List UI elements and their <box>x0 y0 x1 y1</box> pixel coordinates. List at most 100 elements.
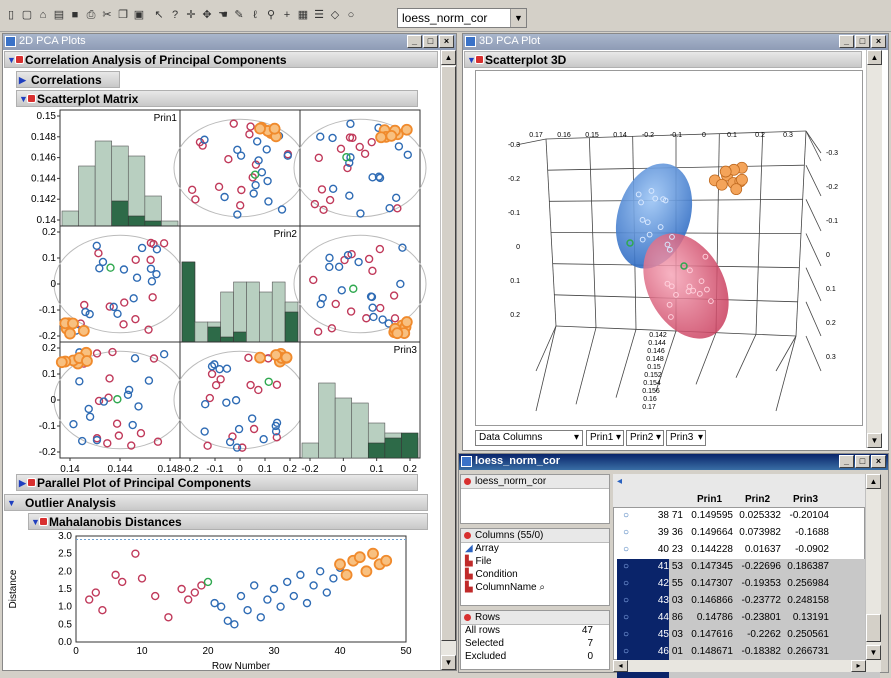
scroll-up-button[interactable]: ▲ <box>866 474 881 489</box>
row-id-cell[interactable]: 03 <box>669 629 683 640</box>
window-3d-pca-titlebar[interactable]: 3D PCA Plot _ □ × <box>463 34 888 50</box>
columns-header[interactable]: Columns (55/0) <box>461 529 609 543</box>
section-corr-analysis[interactable]: ▼ Correlation Analysis of Principal Comp… <box>4 51 438 68</box>
row-id-cell[interactable]: 36 <box>669 527 683 538</box>
close-button[interactable]: × <box>439 35 454 48</box>
window-2d-pca-titlebar[interactable]: 2D PCA Plots _ □ × <box>3 34 456 50</box>
prin1-cell[interactable]: 0.147307 <box>687 578 733 589</box>
cut-icon[interactable]: ✂ <box>100 8 114 22</box>
prin2-cell[interactable]: 0.01637 <box>735 544 781 555</box>
hand-tool-icon[interactable]: ☚ <box>216 8 230 22</box>
table-row[interactable]: 44 ○ 86 0.14786 -0.23801 0.13191 <box>617 610 880 627</box>
red-triangle-menu-icon[interactable] <box>27 94 36 103</box>
circle-tool-icon[interactable]: ○ <box>344 8 358 22</box>
prin3-cell[interactable]: 0.250561 <box>783 629 829 640</box>
minimize-button[interactable]: _ <box>839 35 854 48</box>
copy-icon[interactable]: ❐ <box>116 8 130 22</box>
y-axis-dropdown[interactable]: Prin2 ▾ <box>626 430 664 446</box>
prin1-cell[interactable]: 0.147345 <box>687 561 733 572</box>
paste-icon[interactable]: ▣ <box>132 8 146 22</box>
crosshair-tool-icon[interactable]: ✛ <box>184 8 198 22</box>
row-id-cell[interactable]: 23 <box>669 544 683 555</box>
table-row[interactable]: 45 ○ 03 0.147616 -0.2262 0.250561 <box>617 627 880 644</box>
prin2-cell[interactable]: 0.025332 <box>735 510 781 521</box>
right-vertical-scrollbar[interactable]: ▲ ▼ <box>866 50 882 448</box>
column-header-prin2[interactable]: Prin2 <box>745 494 770 505</box>
column-item[interactable]: ▙ Condition <box>461 569 609 582</box>
brush-tool-icon[interactable]: ✎ <box>232 8 246 22</box>
section-outlier-analysis[interactable]: ▼ Outlier Analysis <box>4 494 428 511</box>
table-selector-combo[interactable]: loess_norm_cor ▼ <box>397 8 527 28</box>
section-mahalanobis[interactable]: ▼ Mahalanobis Distances <box>28 513 428 530</box>
new-table-icon[interactable]: ▢ <box>20 8 34 22</box>
close-button[interactable]: × <box>871 35 886 48</box>
prin3-cell[interactable]: 0.186387 <box>783 561 829 572</box>
open-icon[interactable]: ⌂ <box>36 8 50 22</box>
table-vertical-scrollbar[interactable]: ▲ ▼ <box>865 474 881 660</box>
chevron-down-icon[interactable]: ▼ <box>510 9 526 27</box>
section-parallel-plot[interactable]: ▶ Parallel Plot of Principal Components <box>16 474 418 491</box>
minimize-button[interactable]: _ <box>839 455 854 468</box>
red-triangle-menu-icon[interactable] <box>39 517 48 526</box>
column-header-prin3[interactable]: Prin3 <box>793 494 818 505</box>
table-row[interactable]: 40 ○ 23 0.144228 0.01637 -0.0902 <box>617 542 880 559</box>
table-row[interactable]: 41 ○ 53 0.147345 -0.22696 0.186387 <box>617 559 880 576</box>
scroll-up-button[interactable]: ▲ <box>867 50 882 65</box>
prin2-cell[interactable]: -0.22696 <box>735 561 781 572</box>
column-item[interactable]: ▙ File <box>461 556 609 569</box>
row-id-cell[interactable]: 03 <box>669 595 683 606</box>
column-item[interactable]: ▙ ColumnName ⌕ <box>461 582 609 595</box>
annotate-tool-icon[interactable]: ▦ <box>296 8 310 22</box>
table-name-header[interactable]: loess_norm_cor <box>461 475 609 489</box>
scroll-thumb[interactable] <box>866 614 881 642</box>
prin3-cell[interactable]: 0.256984 <box>783 578 829 589</box>
table-row[interactable]: 46 ○ 01 0.148671 -0.18382 0.266731 <box>617 644 880 661</box>
prin3-cell[interactable]: 0.248158 <box>783 595 829 606</box>
prin3-cell[interactable]: -0.1688 <box>783 527 829 538</box>
prin1-cell[interactable]: 0.146866 <box>687 595 733 606</box>
scroll-left-button[interactable]: ◂ <box>613 660 628 672</box>
table-horizontal-scrollbar[interactable]: ◂ ▸ <box>613 660 881 672</box>
red-triangle-menu-icon[interactable] <box>15 55 24 64</box>
x-axis-dropdown[interactable]: Prin1 ▾ <box>586 430 624 446</box>
table-row[interactable]: 43 ○ 03 0.146866 -0.23772 0.248158 <box>617 593 880 610</box>
scroll-down-button[interactable]: ▼ <box>866 645 881 660</box>
section-correlations[interactable]: ▶ Correlations <box>16 71 120 88</box>
prin2-cell[interactable]: -0.18382 <box>735 646 781 657</box>
list-tool-icon[interactable]: ☰ <box>312 8 326 22</box>
scroll-up-button[interactable]: ▲ <box>441 50 456 65</box>
scroll-right-button[interactable]: ▸ <box>851 660 866 672</box>
prin3-cell[interactable]: -0.0902 <box>783 544 829 555</box>
prin3-cell[interactable]: -0.20104 <box>783 510 829 521</box>
scroll-thumb[interactable] <box>441 66 456 641</box>
row-id-cell[interactable]: 71 <box>669 510 683 521</box>
prin1-cell[interactable]: 0.14786 <box>687 612 733 623</box>
lasso-tool-icon[interactable]: ℓ <box>248 8 262 22</box>
column-item[interactable]: ◢ Array <box>461 543 609 556</box>
red-triangle-menu-icon[interactable] <box>464 532 471 539</box>
window-data-table-titlebar[interactable]: loess_norm_cor _ □ × <box>459 454 888 470</box>
prin2-cell[interactable]: -0.23801 <box>735 612 781 623</box>
print-icon[interactable]: ⎙ <box>84 8 98 22</box>
column-header-prin1[interactable]: Prin1 <box>697 494 722 505</box>
arrow-tool-icon[interactable]: ↖ <box>152 8 166 22</box>
maximize-button[interactable]: □ <box>855 455 870 468</box>
save-icon[interactable]: ■ <box>68 8 82 22</box>
section-scatterplot-3d[interactable]: ▼ Scatterplot 3D <box>464 51 862 68</box>
prin2-cell[interactable]: -0.2262 <box>735 629 781 640</box>
rows-header[interactable]: Rows <box>461 611 609 625</box>
maximize-button[interactable]: □ <box>423 35 438 48</box>
prin2-cell[interactable]: 0.073982 <box>735 527 781 538</box>
row-id-cell[interactable]: 01 <box>669 646 683 657</box>
z-axis-dropdown[interactable]: Prin3 ▾ <box>666 430 706 446</box>
move-tool-icon[interactable]: ✥ <box>200 8 214 22</box>
prin1-cell[interactable]: 0.149595 <box>687 510 733 521</box>
row-id-cell[interactable]: 55 <box>669 578 683 589</box>
red-triangle-menu-icon[interactable] <box>464 614 471 621</box>
scatterplot-3d[interactable]: 0.17 0.16 0.15 0.14 -0.2 -0.1 0 0.1 0.2 0.3-0.3-0… <box>475 70 863 426</box>
section-scatter-matrix[interactable]: ▼ Scatterplot Matrix <box>16 90 418 107</box>
disclosure-closed-icon[interactable]: ▶ <box>19 478 26 489</box>
minimize-button[interactable]: _ <box>407 35 422 48</box>
pin-tool-icon[interactable]: ⚲ <box>264 8 278 22</box>
red-triangle-menu-icon[interactable] <box>475 55 484 64</box>
